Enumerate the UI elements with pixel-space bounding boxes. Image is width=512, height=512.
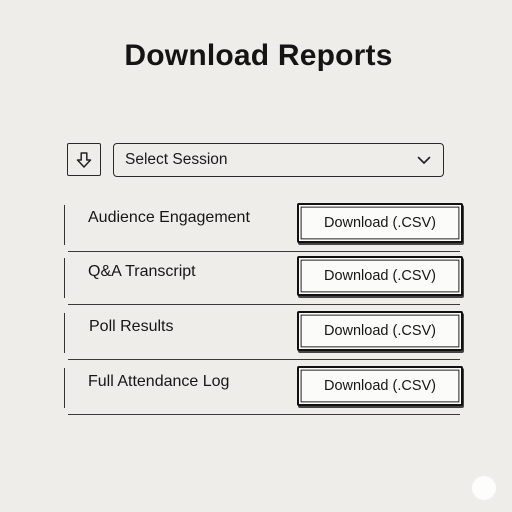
download-icon-button[interactable] bbox=[67, 143, 101, 176]
row-divider bbox=[64, 313, 65, 353]
report-row-qa-transcript: Q&A Transcript Download (.CSV) bbox=[64, 256, 466, 305]
report-label: Q&A Transcript bbox=[88, 263, 196, 280]
report-label: Audience Engagement bbox=[88, 209, 250, 226]
row-divider bbox=[68, 304, 460, 305]
report-row-full-attendance-log: Full Attendance Log Download (.CSV) bbox=[64, 366, 466, 415]
download-csv-button-qa-transcript[interactable]: Download (.CSV) bbox=[297, 256, 463, 296]
arrow-down-icon bbox=[76, 151, 92, 168]
report-row-poll-results: Poll Results Download (.CSV) bbox=[64, 311, 466, 360]
download-csv-button-poll-results[interactable]: Download (.CSV) bbox=[297, 311, 463, 351]
page-title: Download Reports bbox=[124, 39, 393, 72]
row-divider bbox=[68, 414, 460, 415]
report-label: Full Attendance Log bbox=[88, 373, 230, 390]
session-select[interactable]: Select Session bbox=[113, 143, 444, 177]
row-divider bbox=[64, 368, 65, 408]
row-divider bbox=[64, 258, 65, 298]
report-row-audience-engagement: Audience Engagement Download (.CSV) bbox=[64, 203, 466, 252]
report-label: Poll Results bbox=[89, 318, 174, 335]
chevron-down-icon bbox=[417, 156, 431, 165]
download-csv-button-audience-engagement[interactable]: Download (.CSV) bbox=[297, 203, 463, 243]
row-divider bbox=[64, 205, 65, 245]
session-select-value: Select Session bbox=[125, 151, 228, 168]
download-csv-button-full-attendance-log[interactable]: Download (.CSV) bbox=[297, 366, 463, 406]
row-divider bbox=[68, 359, 460, 360]
row-divider bbox=[68, 251, 460, 252]
watermark-badge bbox=[472, 476, 496, 500]
